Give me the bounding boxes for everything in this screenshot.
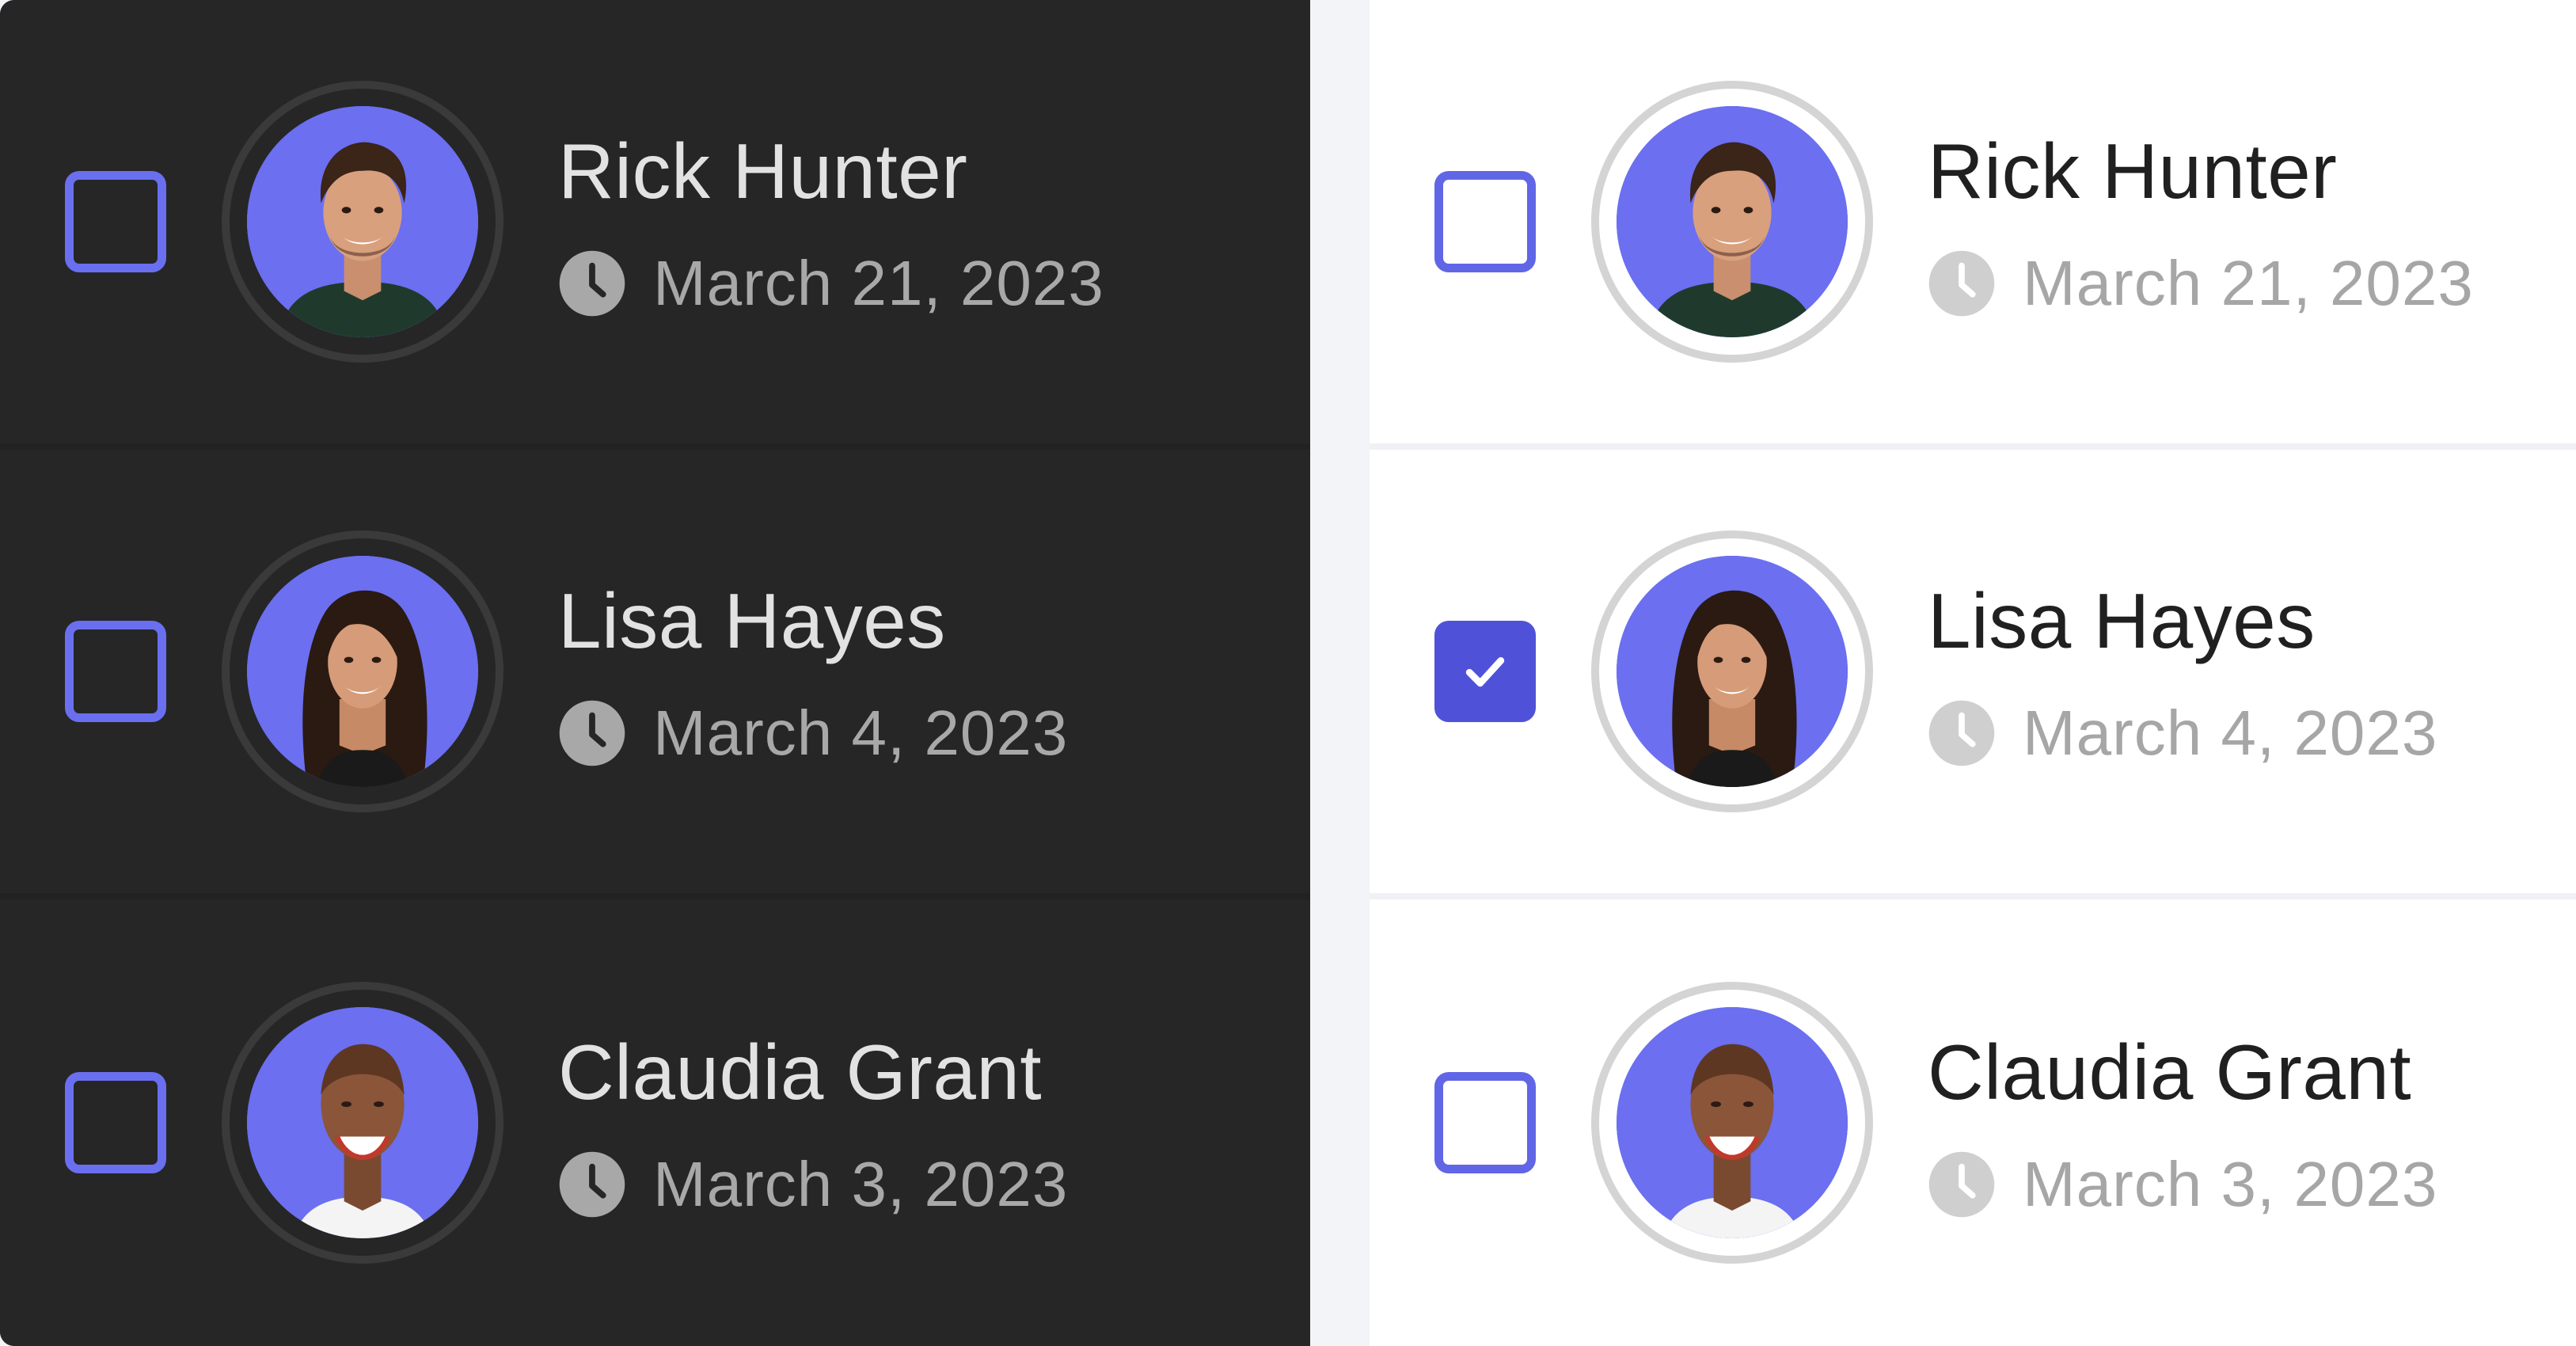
date-line: March 21, 2023 <box>1928 247 2474 320</box>
row-divider <box>1370 443 2576 450</box>
contact-name: Claudia Grant <box>558 1029 1043 1116</box>
list-item[interactable]: Rick Hunter March 21, 2023 <box>1370 0 2576 443</box>
light-theme-panel: Rick Hunter March 21, 2023 Lisa Hayes Ma… <box>1370 0 2576 1346</box>
row-divider <box>1370 893 2576 899</box>
clock-icon <box>1928 250 1995 317</box>
list-item[interactable]: Lisa Hayes March 4, 2023 <box>1370 450 2576 893</box>
clock-icon <box>559 250 625 317</box>
row-checkbox[interactable] <box>1434 1072 1536 1173</box>
row-checkbox[interactable] <box>65 621 166 722</box>
dark-theme-panel: Rick Hunter March 21, 2023 Lisa Hayes Ma… <box>0 0 1310 1346</box>
row-divider <box>0 893 1310 899</box>
woman-shaved-head-portrait-icon <box>1617 1007 1848 1238</box>
man-portrait-icon <box>1617 106 1848 337</box>
list-item[interactable]: Claudia Grant March 3, 2023 <box>1370 899 2576 1346</box>
avatar <box>222 81 503 363</box>
clock-icon <box>1928 1151 1995 1218</box>
list-item[interactable]: Rick Hunter March 21, 2023 <box>0 0 1310 443</box>
contact-date: March 4, 2023 <box>653 698 1069 768</box>
date-line: March 21, 2023 <box>558 247 1104 320</box>
clock-icon <box>559 700 625 766</box>
contact-date: March 3, 2023 <box>653 1149 1069 1219</box>
date-line: March 3, 2023 <box>558 1148 1068 1221</box>
row-divider <box>0 443 1310 450</box>
contact-name: Claudia Grant <box>1928 1029 2412 1116</box>
row-checkbox-checked[interactable] <box>1434 621 1536 722</box>
contact-name: Rick Hunter <box>1928 127 2338 215</box>
date-line: March 4, 2023 <box>558 697 1068 770</box>
man-portrait-icon <box>247 106 478 337</box>
list-item[interactable]: Claudia Grant March 3, 2023 <box>0 899 1310 1346</box>
checkmark-icon <box>1465 657 1505 687</box>
clock-icon <box>559 1151 625 1218</box>
row-checkbox[interactable] <box>65 171 166 272</box>
contact-date: March 21, 2023 <box>653 248 1104 318</box>
contact-name: Lisa Hayes <box>1928 577 2316 664</box>
date-line: March 3, 2023 <box>1928 1148 2437 1221</box>
row-checkbox[interactable] <box>65 1072 166 1173</box>
contact-name: Rick Hunter <box>558 127 968 215</box>
date-line: March 4, 2023 <box>1928 697 2437 770</box>
avatar <box>1591 982 1873 1264</box>
contact-date: March 4, 2023 <box>2023 698 2438 768</box>
woman-long-hair-portrait-icon <box>247 556 478 787</box>
avatar <box>1591 530 1873 812</box>
woman-long-hair-portrait-icon <box>1617 556 1848 787</box>
avatar <box>222 530 503 812</box>
avatar <box>222 982 503 1264</box>
contact-name: Lisa Hayes <box>558 577 946 664</box>
clock-icon <box>1928 700 1995 766</box>
woman-shaved-head-portrait-icon <box>247 1007 478 1238</box>
list-item[interactable]: Lisa Hayes March 4, 2023 <box>0 450 1310 893</box>
avatar <box>1591 81 1873 363</box>
contact-date: March 3, 2023 <box>2023 1149 2438 1219</box>
row-checkbox[interactable] <box>1434 171 1536 272</box>
contact-date: March 21, 2023 <box>2023 248 2474 318</box>
